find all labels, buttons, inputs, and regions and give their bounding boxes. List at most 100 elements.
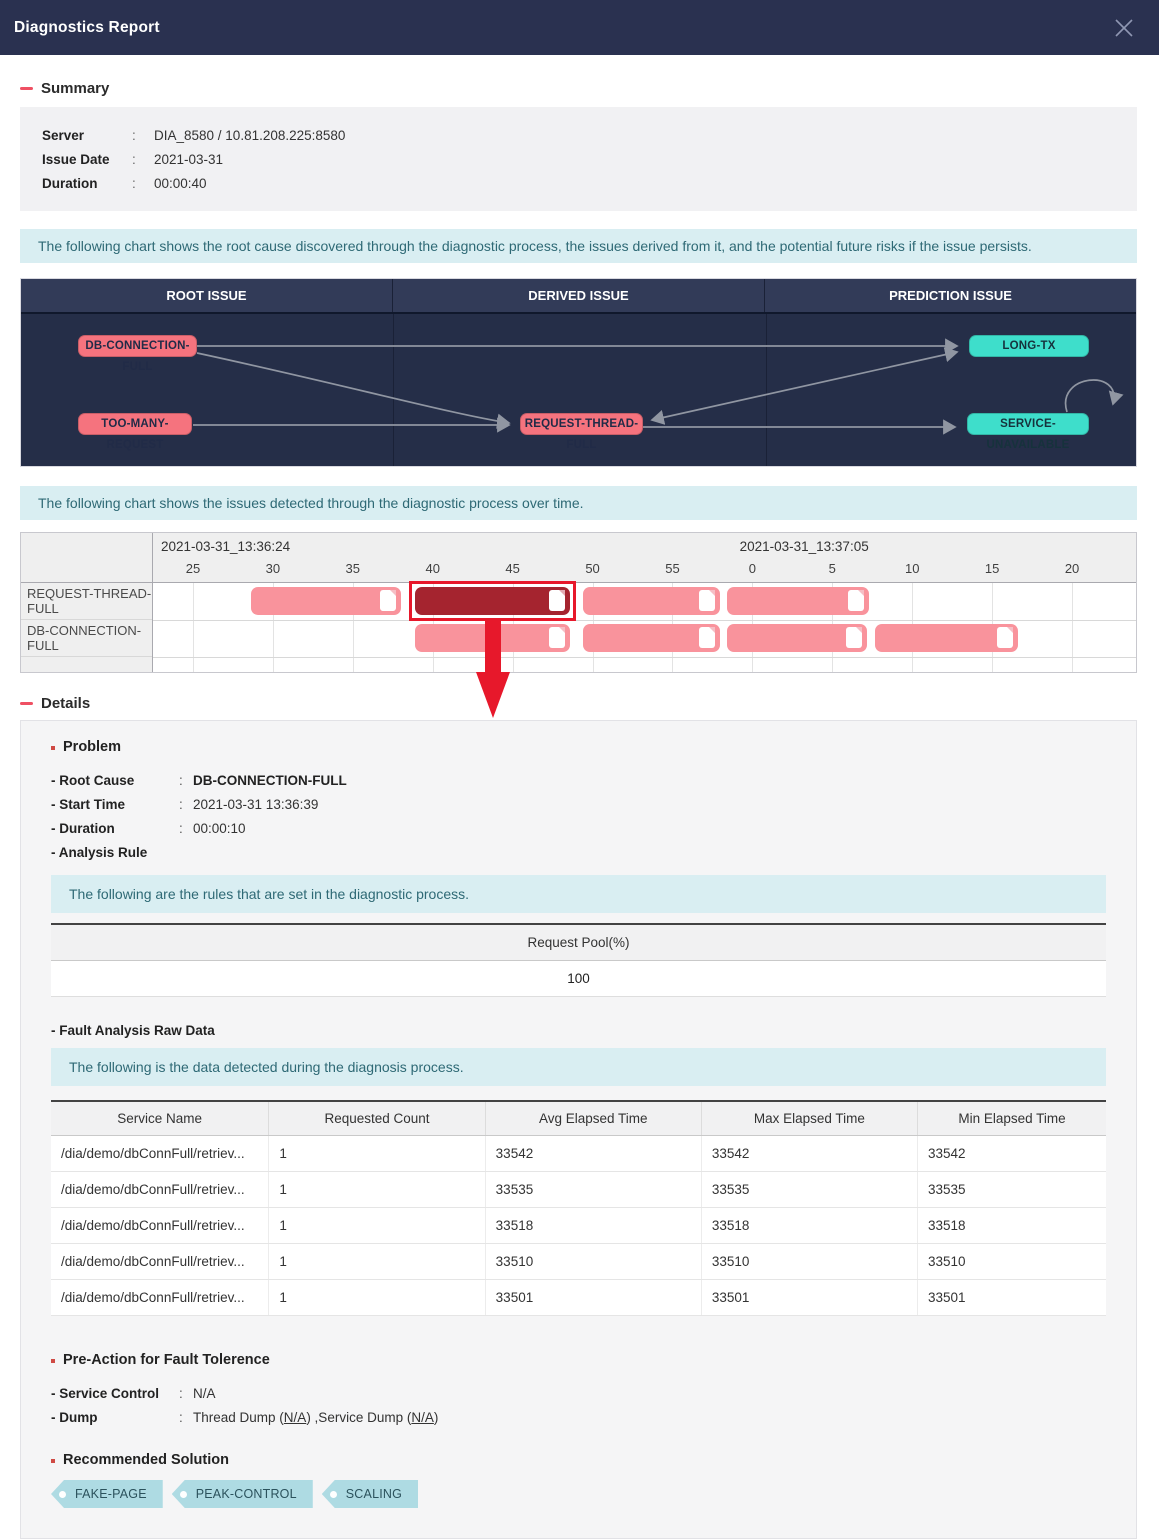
service-control-label: - Service Control (51, 1382, 179, 1406)
timeline-tick-label: 0 (749, 561, 756, 576)
problem-heading: Problem (51, 739, 1106, 755)
document-icon (549, 590, 565, 611)
value-cell: 33518 (701, 1208, 917, 1244)
rules-banner: The following are the rules that are set… (51, 875, 1106, 913)
details-panel: Problem - Root Cause:DB-CONNECTION-FULL-… (20, 720, 1137, 1539)
value-cell: 1 (269, 1208, 485, 1244)
raw-table-header-row: Service NameRequested CountAvg Elapsed T… (51, 1101, 1106, 1136)
timeline-row-label: REQUEST-THREAD-FULL (21, 583, 152, 620)
value-cell: 1 (269, 1244, 485, 1280)
problem-field-value: 2021-03-31 13:36:39 (193, 793, 318, 817)
colon: : (179, 1382, 193, 1406)
column-root-issue: ROOT ISSUE (21, 279, 393, 312)
timeline-tick-label: 15 (985, 561, 999, 576)
value-cell: 33542 (917, 1136, 1106, 1172)
timeline-bar[interactable] (727, 587, 869, 615)
timeline-bar[interactable] (583, 587, 720, 615)
raw-data-banner: The following is the data detected durin… (51, 1048, 1106, 1086)
value-cell: 33510 (485, 1244, 701, 1280)
timeline-axis: 2021-03-31_13:36:242021-03-31_13:37:0525… (153, 533, 1136, 583)
node-request-thread-full: REQUEST-THREAD-FULL (520, 413, 643, 435)
timeline-plot: 2021-03-31_13:36:242021-03-31_13:37:0525… (153, 533, 1136, 672)
summary-field-label: Server (42, 124, 132, 148)
colon: : (179, 769, 193, 793)
timeline-bar[interactable] (251, 587, 401, 615)
timeline-tick-label: 20 (1065, 561, 1079, 576)
value-cell: 33510 (701, 1244, 917, 1280)
timeline-row-label: DB-CONNECTION-FULL (21, 620, 152, 657)
timeline-tick-label: 35 (346, 561, 360, 576)
timeline-timestamp: 2021-03-31_13:36:24 (161, 539, 290, 554)
timeline-row-separator (153, 620, 1136, 621)
dump-label: - Dump (51, 1406, 179, 1430)
timeline-bar[interactable] (415, 587, 570, 615)
table-row: /dia/demo/dbConnFull/retriev...133501335… (51, 1280, 1106, 1316)
timeline-bar[interactable] (727, 624, 868, 652)
analysis-rule-table: Request Pool(%) 100 (51, 923, 1106, 997)
summary-row: Issue Date:2021-03-31 (42, 148, 1115, 172)
timeline-tick-label: 30 (266, 561, 280, 576)
document-icon (699, 627, 715, 648)
service-control-row: - Service Control : N/A (51, 1382, 1106, 1406)
document-icon (549, 627, 565, 648)
issue-timeline-chart: REQUEST-THREAD-FULLDB-CONNECTION-FULL 20… (20, 532, 1137, 673)
dump-value: Thread Dump (N/A) ,Service Dump (N/A) (193, 1406, 438, 1430)
dialog-titlebar: Diagnostics Report (0, 0, 1159, 55)
section-dash-icon (20, 702, 33, 705)
dump-row: - Dump : Thread Dump (N/A) ,Service Dump… (51, 1406, 1106, 1430)
summary-title: Summary (41, 80, 109, 97)
pre-action-heading: Pre-Action for Fault Tolerence (51, 1352, 1106, 1368)
document-icon (848, 590, 864, 611)
summary-field-value: 2021-03-31 (154, 148, 223, 172)
summary-row: Server:DIA_8580 / 10.81.208.225:8580 (42, 124, 1115, 148)
raw-table-column-header: Service Name (51, 1101, 269, 1136)
value-cell: 33510 (917, 1244, 1106, 1280)
dump-na-link[interactable]: N/A (411, 1410, 434, 1425)
service-name-cell: /dia/demo/dbConnFull/retriev... (51, 1280, 269, 1316)
colon: : (132, 148, 154, 172)
service-name-cell: /dia/demo/dbConnFull/retriev... (51, 1208, 269, 1244)
timeline-banner: The following chart shows the issues det… (20, 486, 1137, 520)
fault-raw-data-title: - Fault Analysis Raw Data (51, 1023, 1106, 1038)
value-cell: 33501 (917, 1280, 1106, 1316)
timeline-bar[interactable] (875, 624, 1017, 652)
timeline-tick-label: 25 (186, 561, 200, 576)
summary-row: Duration:00:00:40 (42, 172, 1115, 196)
value-cell: 33518 (485, 1208, 701, 1244)
summary-section-heading: Summary (20, 80, 1137, 97)
selection-arrow-shaft (485, 621, 501, 673)
selection-arrow-head (476, 672, 510, 718)
flow-chart-body: DB-CONNECTION-FULL TOO-MANY-REQUEST REQU… (21, 314, 1136, 466)
timeline-label-header-spacer (21, 533, 152, 583)
document-icon (997, 627, 1013, 648)
problem-field-row: - Start Time:2021-03-31 13:36:39 (51, 793, 1106, 817)
colon: : (179, 1406, 193, 1430)
timeline-row-labels: REQUEST-THREAD-FULLDB-CONNECTION-FULL (21, 533, 153, 672)
details-section-heading: Details (20, 695, 1137, 712)
solution-tag: FAKE-PAGE (51, 1480, 163, 1508)
timeline-gridline (1072, 583, 1073, 672)
colon (179, 841, 193, 865)
dump-text: Thread Dump ( (193, 1410, 284, 1425)
bullet-icon (51, 1459, 55, 1463)
dialog-title: Diagnostics Report (14, 19, 160, 37)
problem-field-row: - Duration:00:00:10 (51, 817, 1106, 841)
timeline-tick-label: 55 (665, 561, 679, 576)
timeline-tick-label: 5 (829, 561, 836, 576)
summary-field-value: 00:00:40 (154, 172, 207, 196)
column-prediction-issue: PREDICTION ISSUE (765, 279, 1136, 312)
solution-tags: FAKE-PAGEPEAK-CONTROLSCALING (51, 1480, 1106, 1508)
recommended-solution-heading: Recommended Solution (51, 1452, 1106, 1468)
fault-raw-data-table: Service NameRequested CountAvg Elapsed T… (51, 1100, 1106, 1316)
rule-table-header: Request Pool(%) (51, 925, 1106, 961)
node-service-unavailable: SERVICE-UNAVAILABLE (967, 413, 1089, 435)
service-name-cell: /dia/demo/dbConnFull/retriev... (51, 1136, 269, 1172)
timeline-tick-label: 10 (905, 561, 919, 576)
close-icon[interactable] (1111, 15, 1137, 41)
summary-box: Server:DIA_8580 / 10.81.208.225:8580Issu… (20, 107, 1137, 211)
value-cell: 1 (269, 1136, 485, 1172)
timeline-bar[interactable] (583, 624, 720, 652)
service-name-cell: /dia/demo/dbConnFull/retriev... (51, 1244, 269, 1280)
dump-na-link[interactable]: N/A (284, 1410, 307, 1425)
summary-field-label: Duration (42, 172, 132, 196)
